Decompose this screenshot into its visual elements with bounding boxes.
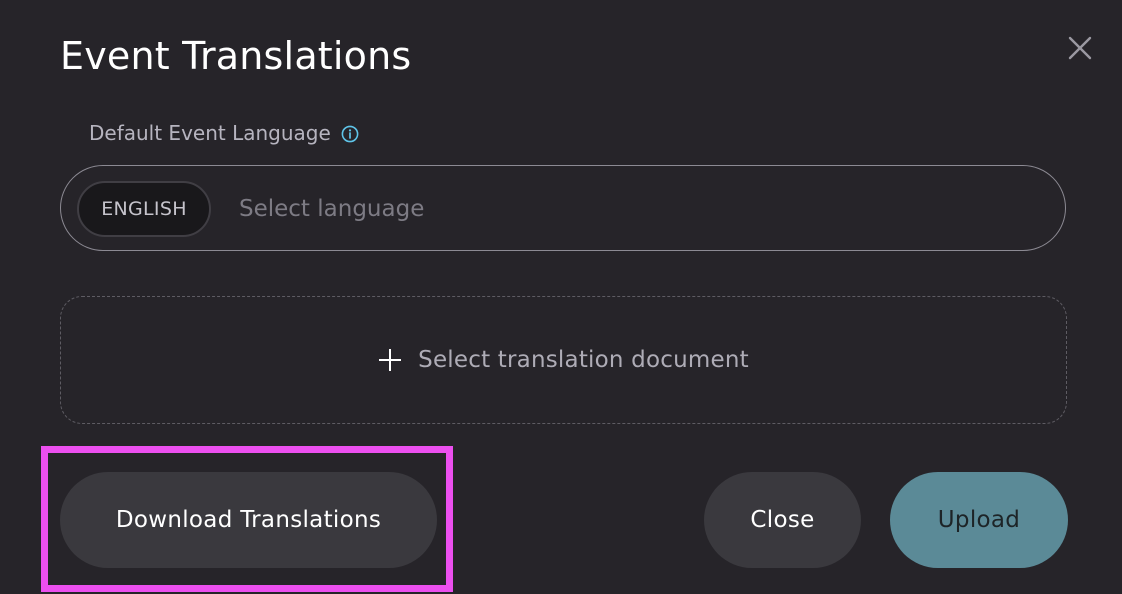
close-icon[interactable] <box>1064 32 1096 64</box>
language-search-input[interactable] <box>239 188 999 230</box>
event-translations-dialog: Event Translations Default Event Languag… <box>0 0 1122 594</box>
default-language-label: Default Event Language <box>89 121 331 145</box>
download-translations-button[interactable]: Download Translations <box>60 472 437 568</box>
translation-document-dropzone[interactable]: Select translation document <box>60 296 1067 424</box>
plus-icon <box>378 348 402 372</box>
upload-button[interactable]: Upload <box>890 472 1068 568</box>
info-icon[interactable] <box>341 124 359 143</box>
dialog-title: Event Translations <box>60 34 412 78</box>
close-button[interactable]: Close <box>704 472 861 568</box>
default-language-label-row: Default Event Language <box>89 121 359 145</box>
dropzone-label: Select translation document <box>418 347 749 373</box>
selected-language-chip[interactable]: ENGLISH <box>77 181 211 237</box>
language-select-field[interactable]: ENGLISH <box>60 165 1066 251</box>
